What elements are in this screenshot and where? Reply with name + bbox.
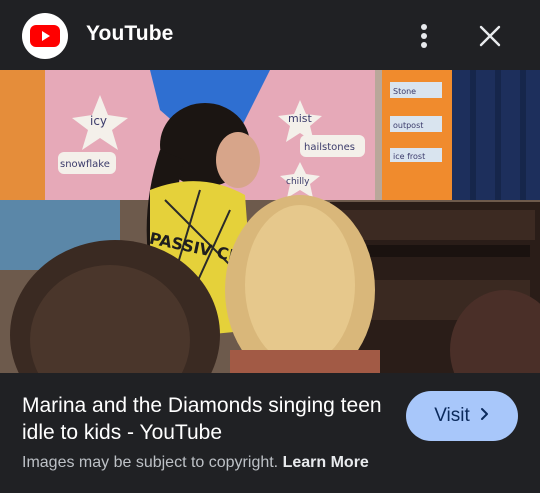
board-label-stone: Stone [393,87,416,96]
board-label-icy: icy [90,114,107,128]
site-name: YouTube [86,22,174,45]
visit-button[interactable]: Visit [406,391,518,441]
youtube-logo-icon [22,13,68,59]
board-label-ice-frost: ice frost [393,152,425,161]
board-label-snowflake: snowflake [60,159,110,170]
chevron-right-icon [480,405,490,427]
result-image[interactable]: icy snowflake mist hailstones chilly Sto… [0,70,540,373]
board-label-mist: mist [288,112,313,125]
board-label-outpost: outpost [393,121,423,130]
board-label-hailstones: hailstones [304,142,355,153]
classroom-photo: icy snowflake mist hailstones chilly Sto… [0,70,540,373]
copyright-text: Images may be subject to copyright. [22,454,279,471]
close-icon[interactable] [474,20,506,52]
learn-more-link[interactable]: Learn More [283,454,369,471]
result-title[interactable]: Marina and the Diamonds singing teen idl… [22,392,392,446]
board-label-chilly: chilly [286,177,310,187]
copyright-notice: Images may be subject to copyright. Lear… [22,454,369,472]
header-bar: YouTube [0,0,540,70]
visit-button-label: Visit [434,405,470,426]
more-vert-icon[interactable] [410,20,438,52]
